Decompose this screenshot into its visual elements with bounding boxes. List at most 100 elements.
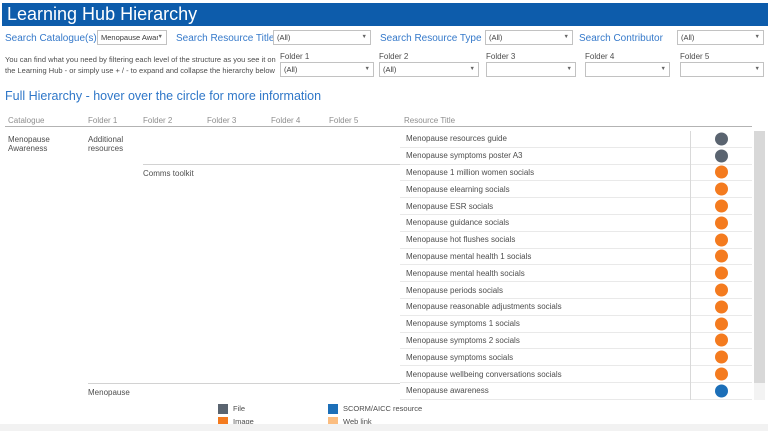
table-row[interactable]: Menopause awareness <box>400 383 752 400</box>
resource-title: Menopause elearning socials <box>400 185 510 194</box>
resource-type-circle[interactable] <box>715 183 728 196</box>
legend-item[interactable]: File <box>218 402 328 415</box>
bottom-bar <box>0 424 768 431</box>
resource-type-circle[interactable] <box>715 317 728 330</box>
page-title: Learning Hub Hierarchy <box>2 4 197 25</box>
resource-type-circle[interactable] <box>715 334 728 347</box>
table-row[interactable]: Menopause symptoms 2 socials <box>400 333 752 350</box>
search-resource-title-value: (All) <box>277 33 290 42</box>
folder5-filter-dropdown[interactable]: ▼ <box>680 62 764 77</box>
filter-instructions: You can find what you need by filtering … <box>5 55 277 76</box>
chevron-down-icon: ▼ <box>661 67 666 73</box>
legend-swatch-scorm <box>328 404 338 414</box>
table-row[interactable]: Menopause resources guide <box>400 131 752 148</box>
search-resource-title-dropdown[interactable]: (All) ▼ <box>273 30 371 45</box>
resource-title: Menopause awareness <box>400 386 489 395</box>
resource-type-circle[interactable] <box>715 384 728 397</box>
search-resource-type-label: Search Resource Type <box>380 33 482 44</box>
table-row[interactable]: Menopause wellbeing conversations social… <box>400 366 752 383</box>
resource-title: Menopause 1 million women socials <box>400 168 534 177</box>
resource-type-circle[interactable] <box>715 267 728 280</box>
folder2-filter-label: Folder 2 <box>379 52 408 61</box>
folder1-filter-label: Folder 1 <box>280 52 309 61</box>
resource-type-circle[interactable] <box>715 351 728 364</box>
legend-label: SCORM/AICC resource <box>338 404 422 413</box>
resource-type-circle[interactable] <box>715 233 728 246</box>
folder1-filter-dropdown[interactable]: (All) ▼ <box>280 62 374 77</box>
chevron-down-icon: ▼ <box>362 35 367 41</box>
resource-title: Menopause mental health 1 socials <box>400 252 531 261</box>
resource-title: Menopause hot flushes socials <box>400 235 515 244</box>
search-catalogues-dropdown[interactable]: Menopause Aware... ▼ <box>97 30 167 45</box>
group-divider <box>88 383 400 384</box>
chevron-down-icon: ▼ <box>158 35 163 41</box>
resource-type-circle[interactable] <box>715 216 728 229</box>
chevron-down-icon: ▼ <box>755 67 760 73</box>
chevron-down-icon: ▼ <box>564 35 569 41</box>
table-row[interactable]: Menopause periods socials <box>400 282 752 299</box>
search-contributor-label: Search Contributor <box>579 33 663 44</box>
resource-title: Menopause symptoms 1 socials <box>400 319 520 328</box>
resource-title: Menopause mental health socials <box>400 269 525 278</box>
table-row[interactable]: Menopause 1 million women socials <box>400 165 752 182</box>
legend-item[interactable]: SCORM/AICC resource <box>328 402 438 415</box>
search-resource-type-value: (All) <box>489 33 502 42</box>
resource-type-circle[interactable] <box>715 132 728 145</box>
resource-type-circle[interactable] <box>715 166 728 179</box>
table-row[interactable]: Menopause hot flushes socials <box>400 232 752 249</box>
table-row[interactable]: Menopause symptoms 1 socials <box>400 316 752 333</box>
table-row[interactable]: Menopause symptoms socials <box>400 349 752 366</box>
resource-title: Menopause wellbeing conversations social… <box>400 370 562 379</box>
chevron-down-icon: ▼ <box>755 35 760 41</box>
search-contributor-value: (All) <box>681 33 694 42</box>
column-header-catalogue: Catalogue <box>8 116 44 125</box>
chevron-down-icon: ▼ <box>567 67 572 73</box>
resource-type-circle[interactable] <box>715 250 728 263</box>
resource-title: Menopause symptoms 2 socials <box>400 336 520 345</box>
folder4-filter-dropdown[interactable]: ▼ <box>585 62 670 77</box>
resource-type-circle[interactable] <box>715 149 728 162</box>
folder1-cell-top[interactable]: Additional resources <box>88 135 136 153</box>
table-header-divider <box>5 126 752 127</box>
table-row[interactable]: Menopause reasonable adjustments socials <box>400 299 752 316</box>
resource-rows: Menopause resources guide Menopause sympt… <box>400 131 752 400</box>
table-row[interactable]: Menopause ESR socials <box>400 198 752 215</box>
search-contributor-dropdown[interactable]: (All) ▼ <box>677 30 764 45</box>
resource-type-circle[interactable] <box>715 300 728 313</box>
table-row[interactable]: Menopause mental health 1 socials <box>400 249 752 266</box>
search-resource-type-dropdown[interactable]: (All) ▼ <box>485 30 573 45</box>
resource-title: Menopause guidance socials <box>400 218 509 227</box>
legend-swatch-file <box>218 404 228 414</box>
scrollbar-track[interactable] <box>754 131 765 400</box>
folder5-filter-label: Folder 5 <box>680 52 709 61</box>
circle-column-divider <box>690 131 691 400</box>
table-row[interactable]: Menopause elearning socials <box>400 181 752 198</box>
resource-type-circle[interactable] <box>715 200 728 213</box>
resource-title: Menopause reasonable adjustments socials <box>400 302 562 311</box>
resource-title: Menopause symptoms poster A3 <box>400 151 523 160</box>
column-header-folder5: Folder 5 <box>329 116 358 125</box>
resource-type-circle[interactable] <box>715 368 728 381</box>
resource-title: Menopause symptoms socials <box>400 353 513 362</box>
legend-label: File <box>228 404 245 413</box>
folder2-filter-dropdown[interactable]: (All) ▼ <box>379 62 479 77</box>
table-row[interactable]: Menopause guidance socials <box>400 215 752 232</box>
catalogue-cell[interactable]: Menopause Awareness <box>8 135 84 153</box>
folder3-filter-label: Folder 3 <box>486 52 515 61</box>
folder1-filter-value: (All) <box>284 65 297 74</box>
chevron-down-icon: ▼ <box>365 67 370 73</box>
resource-type-circle[interactable] <box>715 284 728 297</box>
table-row[interactable]: Menopause mental health socials <box>400 265 752 282</box>
folder1-cell-bottom[interactable]: Menopause <box>88 388 130 397</box>
scrollbar-thumb[interactable] <box>754 131 765 383</box>
folder2-cell[interactable]: Comms toolkit <box>143 169 194 178</box>
section-heading: Full Hierarchy - hover over the circle f… <box>5 89 321 103</box>
resource-title: Menopause resources guide <box>400 134 507 143</box>
table-row[interactable]: Menopause symptoms poster A3 <box>400 148 752 165</box>
group-divider <box>143 164 400 165</box>
resource-title: Menopause ESR socials <box>400 202 493 211</box>
chevron-down-icon: ▼ <box>470 67 475 73</box>
column-header-folder4: Folder 4 <box>271 116 300 125</box>
folder3-filter-dropdown[interactable]: ▼ <box>486 62 576 77</box>
column-header-resource-title: Resource Title <box>404 116 455 125</box>
